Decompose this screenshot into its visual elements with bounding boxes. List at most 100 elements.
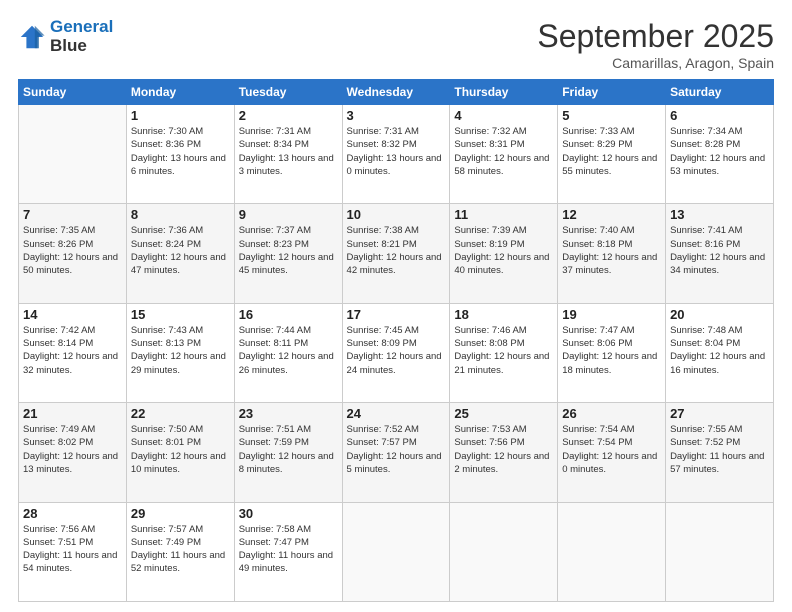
day-info: Sunrise: 7:41 AMSunset: 8:16 PMDaylight:… <box>670 224 769 277</box>
day-info: Sunrise: 7:33 AMSunset: 8:29 PMDaylight:… <box>562 125 661 178</box>
logo-text: General Blue <box>50 18 113 55</box>
calendar-header-row: SundayMondayTuesdayWednesdayThursdayFrid… <box>19 80 774 105</box>
day-info: Sunrise: 7:56 AMSunset: 7:51 PMDaylight:… <box>23 523 122 576</box>
day-info: Sunrise: 7:49 AMSunset: 8:02 PMDaylight:… <box>23 423 122 476</box>
day-number: 1 <box>131 108 230 123</box>
calendar-week-row: 28Sunrise: 7:56 AMSunset: 7:51 PMDayligh… <box>19 502 774 601</box>
calendar-day-header: Friday <box>558 80 666 105</box>
day-info: Sunrise: 7:31 AMSunset: 8:32 PMDaylight:… <box>347 125 446 178</box>
calendar-day-cell <box>666 502 774 601</box>
header: General Blue September 2025 Camarillas, … <box>18 18 774 71</box>
calendar-day-cell: 28Sunrise: 7:56 AMSunset: 7:51 PMDayligh… <box>19 502 127 601</box>
day-number: 13 <box>670 207 769 222</box>
day-info: Sunrise: 7:30 AMSunset: 8:36 PMDaylight:… <box>131 125 230 178</box>
day-number: 4 <box>454 108 553 123</box>
calendar-day-cell: 7 Sunrise: 7:35 AMSunset: 8:26 PMDaylight… <box>19 204 127 303</box>
day-info: Sunrise: 7:34 AMSunset: 8:28 PMDaylight:… <box>670 125 769 178</box>
calendar-day-cell: 15 Sunrise: 7:43 AMSunset: 8:13 PMDayligh… <box>126 303 234 402</box>
calendar-day-cell: 4 Sunrise: 7:32 AMSunset: 8:31 PMDaylight… <box>450 105 558 204</box>
calendar-day-cell: 29 Sunrise: 7:57 AMSunset: 7:49 PMDayligh… <box>126 502 234 601</box>
day-info: Sunrise: 7:43 AMSunset: 8:13 PMDaylight:… <box>131 324 230 377</box>
day-info: Sunrise: 7:32 AMSunset: 8:31 PMDaylight:… <box>454 125 553 178</box>
day-info: Sunrise: 7:52 AMSunset: 7:57 PMDaylight:… <box>347 423 446 476</box>
day-info: Sunrise: 7:53 AMSunset: 7:56 PMDaylight:… <box>454 423 553 476</box>
calendar-day-cell: 18 Sunrise: 7:46 AMSunset: 8:08 PMDayligh… <box>450 303 558 402</box>
calendar-day-cell: 10Sunrise: 7:38 AMSunset: 8:21 PMDayligh… <box>342 204 450 303</box>
calendar-day-header: Tuesday <box>234 80 342 105</box>
calendar-day-cell: 20 Sunrise: 7:48 AMSunset: 8:04 PMDayligh… <box>666 303 774 402</box>
day-number: 20 <box>670 307 769 322</box>
calendar-day-cell: 24Sunrise: 7:52 AMSunset: 7:57 PMDayligh… <box>342 403 450 502</box>
calendar-day-cell: 6Sunrise: 7:34 AMSunset: 8:28 PMDaylight… <box>666 105 774 204</box>
calendar-day-cell: 27 Sunrise: 7:55 AMSunset: 7:52 PMDayligh… <box>666 403 774 502</box>
month-title: September 2025 <box>537 18 774 55</box>
day-info: Sunrise: 7:31 AMSunset: 8:34 PMDaylight:… <box>239 125 338 178</box>
logo: General Blue <box>18 18 113 55</box>
day-number: 17 <box>347 307 446 322</box>
day-number: 16 <box>239 307 338 322</box>
day-number: 5 <box>562 108 661 123</box>
calendar-day-cell: 21 Sunrise: 7:49 AMSunset: 8:02 PMDayligh… <box>19 403 127 502</box>
day-number: 27 <box>670 406 769 421</box>
day-info: Sunrise: 7:50 AMSunset: 8:01 PMDaylight:… <box>131 423 230 476</box>
calendar-day-cell <box>450 502 558 601</box>
calendar-day-cell <box>19 105 127 204</box>
calendar-day-cell: 2Sunrise: 7:31 AMSunset: 8:34 PMDaylight… <box>234 105 342 204</box>
calendar-day-header: Thursday <box>450 80 558 105</box>
title-block: September 2025 Camarillas, Aragon, Spain <box>537 18 774 71</box>
calendar-day-cell: 9Sunrise: 7:37 AMSunset: 8:23 PMDaylight… <box>234 204 342 303</box>
calendar-day-cell: 3 Sunrise: 7:31 AMSunset: 8:32 PMDaylight… <box>342 105 450 204</box>
day-number: 19 <box>562 307 661 322</box>
calendar-day-cell: 30Sunrise: 7:58 AMSunset: 7:47 PMDayligh… <box>234 502 342 601</box>
logo-icon <box>18 23 46 51</box>
calendar-day-cell: 26Sunrise: 7:54 AMSunset: 7:54 PMDayligh… <box>558 403 666 502</box>
day-number: 12 <box>562 207 661 222</box>
day-info: Sunrise: 7:54 AMSunset: 7:54 PMDaylight:… <box>562 423 661 476</box>
day-number: 23 <box>239 406 338 421</box>
day-info: Sunrise: 7:55 AMSunset: 7:52 PMDaylight:… <box>670 423 769 476</box>
page: General Blue September 2025 Camarillas, … <box>0 0 792 612</box>
day-number: 7 <box>23 207 122 222</box>
day-number: 8 <box>131 207 230 222</box>
day-number: 25 <box>454 406 553 421</box>
day-number: 9 <box>239 207 338 222</box>
day-info: Sunrise: 7:46 AMSunset: 8:08 PMDaylight:… <box>454 324 553 377</box>
calendar-day-cell: 19 Sunrise: 7:47 AMSunset: 8:06 PMDayligh… <box>558 303 666 402</box>
day-info: Sunrise: 7:58 AMSunset: 7:47 PMDaylight:… <box>239 523 338 576</box>
day-number: 18 <box>454 307 553 322</box>
calendar-day-cell: 16 Sunrise: 7:44 AMSunset: 8:11 PMDayligh… <box>234 303 342 402</box>
calendar-day-header: Wednesday <box>342 80 450 105</box>
day-info: Sunrise: 7:48 AMSunset: 8:04 PMDaylight:… <box>670 324 769 377</box>
day-number: 29 <box>131 506 230 521</box>
day-number: 22 <box>131 406 230 421</box>
day-info: Sunrise: 7:39 AMSunset: 8:19 PMDaylight:… <box>454 224 553 277</box>
calendar-day-header: Saturday <box>666 80 774 105</box>
calendar-week-row: 21 Sunrise: 7:49 AMSunset: 8:02 PMDayligh… <box>19 403 774 502</box>
day-info: Sunrise: 7:35 AMSunset: 8:26 PMDaylight:… <box>23 224 122 277</box>
day-info: Sunrise: 7:44 AMSunset: 8:11 PMDaylight:… <box>239 324 338 377</box>
day-info: Sunrise: 7:38 AMSunset: 8:21 PMDaylight:… <box>347 224 446 277</box>
day-info: Sunrise: 7:45 AMSunset: 8:09 PMDaylight:… <box>347 324 446 377</box>
calendar-day-cell: 11 Sunrise: 7:39 AMSunset: 8:19 PMDayligh… <box>450 204 558 303</box>
calendar-table: SundayMondayTuesdayWednesdayThursdayFrid… <box>18 79 774 602</box>
day-info: Sunrise: 7:36 AMSunset: 8:24 PMDaylight:… <box>131 224 230 277</box>
calendar-day-cell: 23Sunrise: 7:51 AMSunset: 7:59 PMDayligh… <box>234 403 342 502</box>
day-info: Sunrise: 7:47 AMSunset: 8:06 PMDaylight:… <box>562 324 661 377</box>
calendar-day-cell <box>558 502 666 601</box>
calendar-day-cell: 13 Sunrise: 7:41 AMSunset: 8:16 PMDayligh… <box>666 204 774 303</box>
calendar-day-header: Monday <box>126 80 234 105</box>
calendar-day-cell: 5 Sunrise: 7:33 AMSunset: 8:29 PMDaylight… <box>558 105 666 204</box>
day-number: 14 <box>23 307 122 322</box>
day-info: Sunrise: 7:42 AMSunset: 8:14 PMDaylight:… <box>23 324 122 377</box>
calendar-day-cell: 17 Sunrise: 7:45 AMSunset: 8:09 PMDayligh… <box>342 303 450 402</box>
day-number: 11 <box>454 207 553 222</box>
calendar-week-row: 1 Sunrise: 7:30 AMSunset: 8:36 PMDaylight… <box>19 105 774 204</box>
day-number: 21 <box>23 406 122 421</box>
day-number: 3 <box>347 108 446 123</box>
calendar-day-cell: 8 Sunrise: 7:36 AMSunset: 8:24 PMDaylight… <box>126 204 234 303</box>
calendar-day-cell: 12Sunrise: 7:40 AMSunset: 8:18 PMDayligh… <box>558 204 666 303</box>
location: Camarillas, Aragon, Spain <box>537 55 774 71</box>
day-info: Sunrise: 7:57 AMSunset: 7:49 PMDaylight:… <box>131 523 230 576</box>
day-number: 15 <box>131 307 230 322</box>
calendar-day-cell: 22 Sunrise: 7:50 AMSunset: 8:01 PMDayligh… <box>126 403 234 502</box>
